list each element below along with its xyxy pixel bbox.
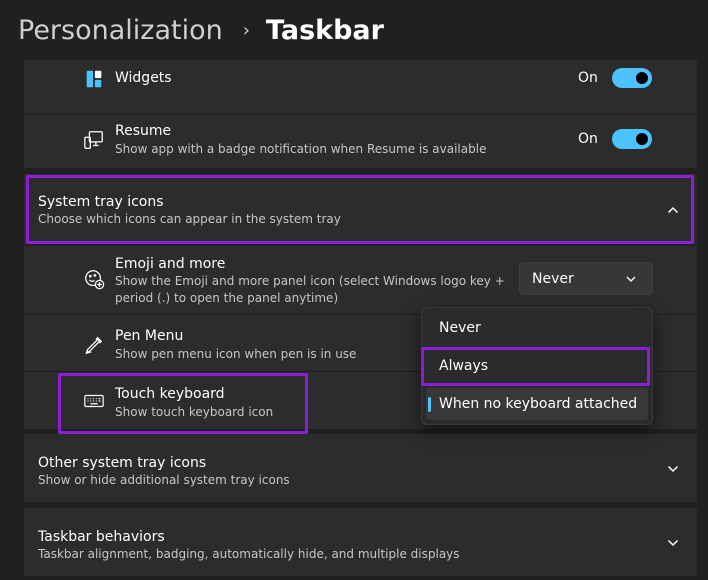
- widgets-icon: [82, 67, 106, 91]
- dropdown-menu: Never Always When no keyboard attached: [421, 307, 653, 425]
- chevron-down-icon[interactable]: [666, 535, 680, 549]
- select-value: Never: [532, 270, 574, 287]
- resume-title: Resume: [115, 123, 172, 139]
- system-tray-title: System tray icons: [38, 194, 164, 210]
- resume-toggle-label: On: [578, 131, 598, 147]
- resume-icon: [82, 128, 106, 152]
- other-tray-header[interactable]: Other system tray icons Show or hide add…: [24, 434, 697, 502]
- breadcrumb-separator: ›: [242, 19, 250, 41]
- pen-icon: [82, 333, 106, 357]
- chevron-down-icon[interactable]: [666, 461, 680, 475]
- other-tray-title: Other system tray icons: [38, 455, 207, 471]
- resume-toggle[interactable]: [612, 129, 652, 149]
- menu-item-never[interactable]: Never: [426, 312, 648, 344]
- menu-item-when-no-keyboard[interactable]: When no keyboard attached: [426, 388, 648, 420]
- widgets-title: Widgets: [115, 70, 172, 86]
- widgets-toggle-label: On: [578, 70, 598, 86]
- breadcrumb: Personalization › Taskbar: [18, 10, 384, 50]
- widgets-row: Widgets On: [24, 60, 697, 98]
- selection-indicator: [428, 397, 431, 412]
- taskbar-items-card: Widgets On Resume Show app with a badge …: [24, 60, 697, 168]
- menu-item-always[interactable]: Always: [426, 350, 648, 382]
- touch-keyboard-description: Show touch keyboard icon: [115, 405, 274, 419]
- widgets-toggle[interactable]: [612, 68, 652, 88]
- keyboard-icon: [82, 389, 106, 413]
- taskbar-behaviors-header[interactable]: Taskbar behaviors Taskbar alignment, bad…: [24, 508, 697, 576]
- emoji-visibility-select[interactable]: Never: [519, 262, 653, 295]
- chevron-up-icon[interactable]: [666, 202, 680, 216]
- system-tray-header[interactable]: System tray icons Choose which icons can…: [24, 174, 697, 244]
- other-tray-description: Show or hide additional system tray icon…: [38, 473, 290, 487]
- pen-description: Show pen menu icon when pen is in use: [115, 347, 357, 361]
- resume-description: Show app with a badge notification when …: [115, 142, 487, 156]
- menu-item-label: Always: [439, 358, 489, 374]
- system-tray-description: Choose which icons can appear in the sys…: [38, 212, 341, 226]
- chevron-down-icon: [624, 272, 638, 286]
- page-title: Taskbar: [265, 14, 384, 46]
- pen-title: Pen Menu: [115, 328, 184, 344]
- emoji-title: Emoji and more: [115, 256, 226, 272]
- breadcrumb-parent[interactable]: Personalization: [18, 15, 223, 46]
- emoji-description-line2: period (.) to open the panel anytime): [115, 291, 339, 305]
- menu-item-label: When no keyboard attached: [439, 396, 638, 412]
- emoji-description-line1: Show the Emoji and more panel icon (sele…: [115, 274, 505, 288]
- menu-item-label: Never: [439, 320, 481, 336]
- resume-row: Resume Show app with a badge notificatio…: [24, 115, 697, 168]
- touch-keyboard-title: Touch keyboard: [115, 386, 225, 402]
- emoji-icon: [82, 267, 106, 291]
- taskbar-behaviors-title: Taskbar behaviors: [38, 529, 165, 545]
- taskbar-behaviors-description: Taskbar alignment, badging, automaticall…: [38, 547, 460, 561]
